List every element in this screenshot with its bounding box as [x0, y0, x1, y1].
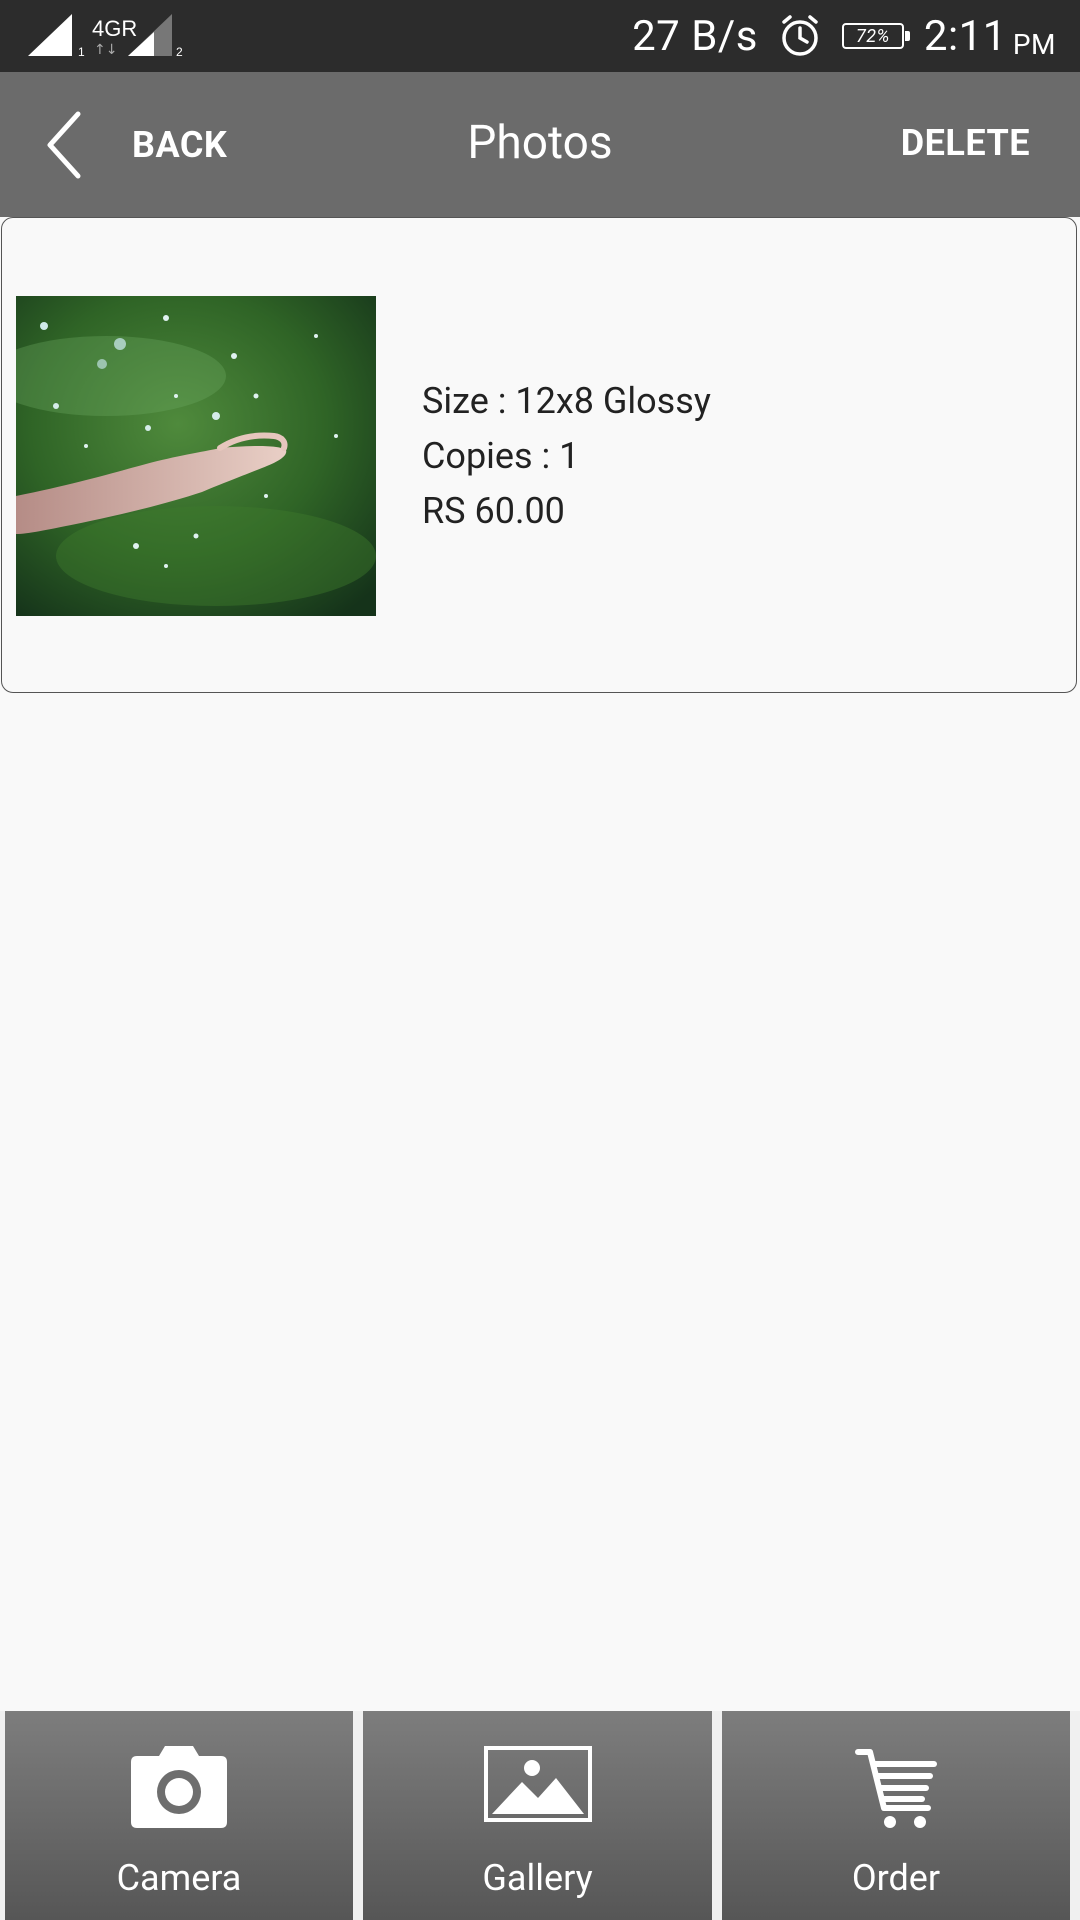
photo-image	[16, 296, 376, 616]
order-tab[interactable]: Order	[722, 1711, 1070, 1920]
photo-card[interactable]: Size : 12x8 Glossy Copies : 1 RS 60.00	[1, 217, 1077, 693]
gallery-tab[interactable]: Gallery	[363, 1711, 712, 1920]
status-bar: 1 4GR ↑↓ 2 27 B/s 72% 2:11 PM	[0, 0, 1080, 72]
alarm-clock-icon	[782, 15, 818, 56]
signal-indicators: 1 4GR ↑↓ 2	[28, 12, 198, 60]
svg-text:2: 2	[176, 45, 183, 59]
order-label: Order	[851, 1857, 941, 1899]
photo-thumbnail[interactable]	[16, 296, 376, 616]
photo-price: RS 60.00	[422, 490, 565, 532]
battery-icon: 72%	[841, 23, 910, 49]
photo-size: Size : 12x8 Glossy	[422, 380, 711, 422]
cart-icon	[855, 1749, 937, 1828]
battery-percent: 72%	[855, 25, 890, 47]
delete-button[interactable]: DELETE	[901, 122, 1030, 164]
gallery-label: Gallery	[482, 1857, 593, 1899]
svg-text:4GR: 4GR	[92, 16, 137, 41]
photo-details: Size : 12x8 Glossy Copies : 1 RS 60.00	[422, 374, 711, 539]
camera-label: Camera	[116, 1857, 242, 1899]
camera-tab[interactable]: Camera	[5, 1711, 353, 1920]
status-right: 27 B/s 72% 2:11 PM	[632, 0, 1056, 72]
image-icon	[483, 1746, 592, 1822]
clock: 2:11 PM	[923, 11, 1056, 61]
photo-copies: Copies : 1	[422, 435, 580, 477]
camera-icon	[131, 1746, 227, 1828]
signal-icon: 1 4GR ↑↓ 2	[28, 14, 183, 59]
bottom-nav: Camera Gallery Order	[0, 1711, 1080, 1920]
svg-text:↑↓: ↑↓	[94, 42, 117, 58]
data-rate: 27 B/s	[632, 11, 758, 61]
app-bar: BACK Photos DELETE	[0, 72, 1080, 217]
svg-text:1: 1	[78, 45, 85, 59]
